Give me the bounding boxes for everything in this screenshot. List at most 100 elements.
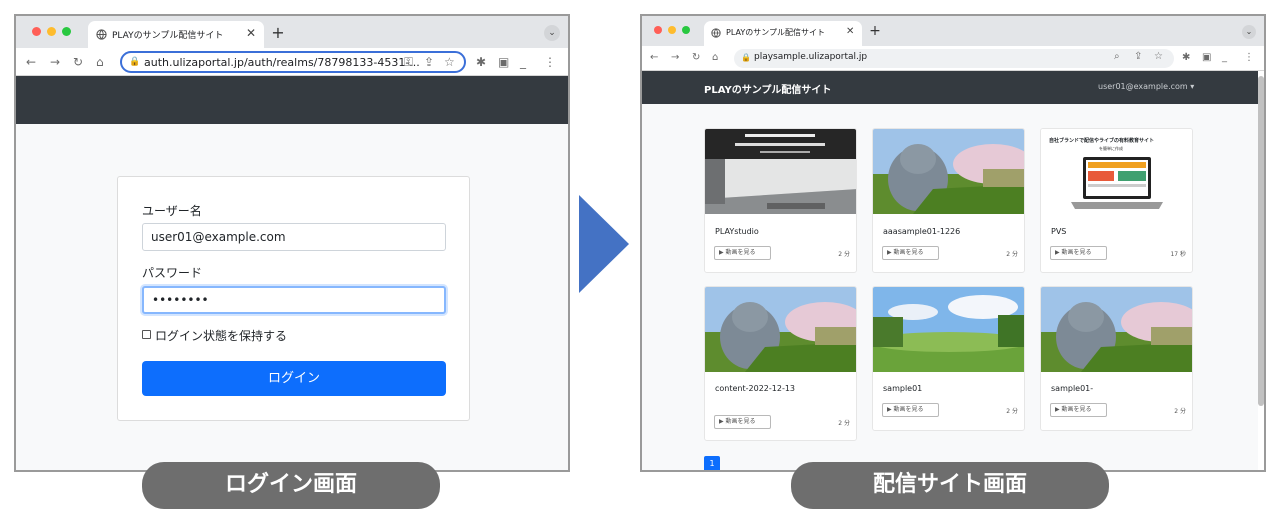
video-title: sample01-	[1051, 384, 1094, 393]
watch-video-button[interactable]: ▶ 動画を見る	[882, 246, 939, 260]
globe-icon	[96, 29, 107, 40]
watch-video-button[interactable]: ▶ 動画を見る	[714, 415, 771, 429]
watch-video-button[interactable]: ▶ 動画を見る	[1050, 246, 1107, 260]
laptop-icon	[1071, 157, 1163, 209]
bookmark-star-icon[interactable]: ☆	[444, 55, 455, 69]
profile-icon[interactable]: _	[520, 55, 526, 69]
password-label: パスワード	[142, 266, 203, 280]
zoom-window-dot[interactable]	[62, 27, 71, 36]
close-window-dot[interactable]	[32, 27, 41, 36]
reload-icon[interactable]: ↻	[692, 51, 700, 65]
video-thumbnail[interactable]	[873, 129, 1025, 214]
login-page-navbar	[16, 76, 568, 124]
page-scrollbar[interactable]	[1258, 76, 1264, 406]
address-url[interactable]: playsample.ulizaportal.jp	[754, 52, 867, 62]
video-duration: 2 分	[1006, 251, 1018, 258]
user-menu-dropdown[interactable]: user01@example.com ▾	[1098, 82, 1194, 91]
video-duration: 2 分	[838, 251, 850, 258]
pvs-subline: を簡単に作成	[1099, 146, 1123, 151]
share-icon[interactable]: ⇪	[424, 55, 434, 69]
tab-title: PLAYのサンプル配信サイト	[112, 31, 224, 41]
forward-arrow-icon[interactable]: →	[671, 51, 679, 65]
video-card[interactable]: 自社ブランドで配信やライブの有料教育サイト を簡単に作成 PVS ▶ 動画を見る…	[1040, 128, 1193, 273]
tab-search-chevron-icon[interactable]: ⌄	[544, 25, 560, 41]
watch-video-button[interactable]: ▶ 動画を見る	[1050, 403, 1107, 417]
video-title: sample01	[883, 384, 923, 393]
home-icon[interactable]: ⌂	[96, 55, 104, 69]
video-thumbnail[interactable]: 自社ブランドで配信やライブの有料教育サイト を簡単に作成	[1041, 129, 1192, 214]
remember-checkbox[interactable]	[142, 330, 151, 339]
forward-arrow-icon[interactable]: →	[50, 55, 60, 69]
extensions-icon[interactable]: ✱	[1182, 51, 1190, 65]
login-form-card: ユーザー名 user01@example.com パスワード •••••••• …	[117, 176, 470, 421]
sidepanel-icon[interactable]: ▣	[498, 55, 509, 69]
address-bar[interactable]: 🔒 playsample.ulizaportal.jp ⌕ ⇪ ☆	[734, 49, 1174, 68]
video-title: PLAYstudio	[715, 227, 759, 236]
close-tab-icon[interactable]: ✕	[246, 26, 256, 40]
transition-arrow-icon	[579, 195, 629, 293]
browser-tab[interactable]: PLAYのサンプル配信サイト ✕	[88, 21, 264, 48]
tab-title: PLAYのサンプル配信サイト	[726, 28, 825, 37]
video-duration: 17 秒	[1170, 251, 1186, 258]
close-tab-icon[interactable]: ✕	[846, 26, 854, 37]
close-window-dot[interactable]	[654, 26, 662, 34]
minimize-window-dot[interactable]	[47, 27, 56, 36]
video-card[interactable]: content-2022-12-13 ▶ 動画を見る 2 分	[704, 286, 857, 441]
browser-tab[interactable]: PLAYのサンプル配信サイト ✕	[704, 21, 862, 46]
password-field[interactable]: ••••••••	[142, 286, 446, 314]
menu-kebab-icon[interactable]: ⋮	[1244, 51, 1254, 65]
reload-icon[interactable]: ↻	[73, 55, 83, 69]
video-card[interactable]: PLAYstudio ▶ 動画を見る 2 分	[704, 128, 857, 273]
video-title: PVS	[1051, 227, 1067, 236]
lock-icon[interactable]: 🔒	[129, 55, 140, 69]
login-button[interactable]: ログイン	[142, 361, 446, 396]
username-field[interactable]: user01@example.com	[142, 223, 446, 251]
site-browser-window: PLAYのサンプル配信サイト ✕ + ⌄ ← → ↻ ⌂ 🔒 playsampl…	[640, 14, 1266, 472]
browser-toolbar: ← → ↻ ⌂ 🔒 playsample.ulizaportal.jp ⌕ ⇪ …	[642, 46, 1264, 71]
login-page-body: ユーザー名 user01@example.com パスワード •••••••• …	[16, 124, 568, 470]
bookmark-star-icon[interactable]: ☆	[1154, 50, 1163, 64]
profile-icon[interactable]: _	[1222, 51, 1227, 65]
video-duration: 2 分	[838, 420, 850, 427]
video-card[interactable]: sample01 ▶ 動画を見る 2 分	[872, 286, 1025, 431]
watch-video-button[interactable]: ▶ 動画を見る	[882, 403, 939, 417]
video-card[interactable]: sample01- ▶ 動画を見る 2 分	[1040, 286, 1193, 431]
pagination-page-1[interactable]: 1	[704, 456, 720, 470]
browser-toolbar: ← → ↻ ⌂ 🔒 auth.ulizaportal.jp/auth/realm…	[16, 48, 568, 76]
tab-search-chevron-icon[interactable]: ⌄	[1242, 25, 1256, 39]
video-thumbnail[interactable]	[705, 129, 857, 214]
tab-bar: PLAYのサンプル配信サイト ✕ + ⌄	[642, 16, 1264, 46]
lock-icon[interactable]: 🔒	[741, 51, 751, 65]
video-thumbnail[interactable]	[1041, 287, 1193, 372]
sidepanel-icon[interactable]: ▣	[1202, 51, 1211, 65]
home-icon[interactable]: ⌂	[712, 51, 718, 65]
site-brand[interactable]: PLAYのサンプル配信サイト	[704, 81, 831, 96]
remember-label[interactable]: ログイン状態を保持する	[155, 327, 287, 344]
video-title: aaasample01-1226	[883, 227, 961, 236]
minimize-window-dot[interactable]	[668, 26, 676, 34]
tab-bar: PLAYのサンプル配信サイト ✕ + ⌄	[16, 16, 568, 48]
video-title: content-2022-12-13	[715, 384, 796, 393]
new-tab-button[interactable]: +	[268, 24, 288, 44]
search-icon[interactable]: ⌕	[1114, 50, 1120, 64]
video-card[interactable]: aaasample01-1226 ▶ 動画を見る 2 分	[872, 128, 1025, 273]
share-icon[interactable]: ⇪	[1134, 50, 1142, 64]
video-thumbnail[interactable]	[705, 287, 857, 372]
watch-video-button[interactable]: ▶ 動画を見る	[714, 246, 771, 260]
globe-icon	[711, 28, 721, 38]
pvs-headline: 自社ブランドで配信やライブの有料教育サイト	[1049, 138, 1155, 144]
video-duration: 2 分	[1006, 408, 1018, 415]
video-thumbnail[interactable]	[873, 287, 1025, 372]
extensions-icon[interactable]: ✱	[476, 55, 486, 69]
back-arrow-icon[interactable]: ←	[26, 55, 36, 69]
zoom-window-dot[interactable]	[682, 26, 690, 34]
login-screen-caption: ログイン画面	[142, 462, 440, 509]
video-duration: 2 分	[1174, 408, 1186, 415]
address-bar[interactable]: 🔒 auth.ulizaportal.jp/auth/realms/787981…	[120, 51, 466, 73]
address-url[interactable]: auth.ulizaportal.jp/auth/realms/78798133…	[144, 56, 420, 69]
site-screen-caption: 配信サイト画面	[791, 462, 1109, 509]
key-icon[interactable]: ⚿	[404, 55, 413, 69]
new-tab-button[interactable]: +	[866, 23, 884, 41]
menu-kebab-icon[interactable]: ⋮	[544, 55, 556, 69]
back-arrow-icon[interactable]: ←	[650, 51, 658, 65]
